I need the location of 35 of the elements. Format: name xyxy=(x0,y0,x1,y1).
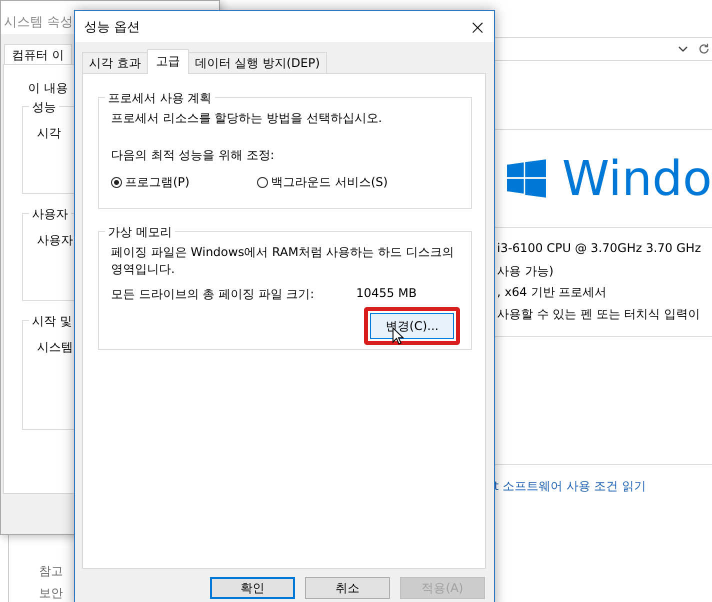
radio-option[interactable]: 백그라운드 서비스(S) xyxy=(257,174,403,191)
see-also-link[interactable]: 참고 xyxy=(39,563,63,585)
see-also-link[interactable]: 보안 xyxy=(39,585,63,602)
group-text: 시스템 xyxy=(37,339,73,356)
group-title: 사용자 xyxy=(29,206,71,223)
dialog-title: 성능 옵션 xyxy=(84,18,140,36)
tab[interactable]: 데이터 실행 방지(DEP) xyxy=(188,52,327,73)
group-title: 성능 xyxy=(29,99,59,116)
radio-option[interactable]: 프로그램(P) xyxy=(111,174,257,191)
intro-text: 이 내용 xyxy=(28,80,68,97)
tab[interactable]: 컴퓨터 이 xyxy=(4,44,72,64)
change-button[interactable]: 변경(C)... xyxy=(370,313,454,339)
system-info-text: i3-6100 CPU @ 3.70GHz 3.70 GHz xyxy=(497,241,701,257)
group-title: 프로세서 사용 계획 xyxy=(105,90,215,107)
group-text: 시각 xyxy=(37,125,61,142)
system-info-text: , x64 기반 프로세서 xyxy=(497,284,607,301)
tab[interactable]: 시각 효과 xyxy=(82,52,148,73)
close-button[interactable]: × xyxy=(469,16,486,36)
windows-wordmark: Windo xyxy=(562,154,712,202)
system-info-text: 사용 가능) xyxy=(497,262,554,280)
system-info-text: 사용할 수 있는 펜 또는 터치식 입력이 xyxy=(497,306,700,322)
adjust-label: 다음의 최적 성능을 위해 조정: xyxy=(111,147,276,164)
total-paging-value: 10455 MB xyxy=(356,286,417,302)
group-title: 가상 메모리 xyxy=(105,224,175,241)
description-text: 프로세서 리소스를 할당하는 방법을 선택하십시오. xyxy=(111,110,384,127)
total-paging-label: 모든 드라이브의 총 페이징 파일 크기: xyxy=(111,286,314,303)
tab[interactable]: 고급 xyxy=(146,49,189,74)
group-text: 사용자 xyxy=(37,232,73,249)
chevron-down-icon[interactable] xyxy=(678,46,688,52)
dialog-button[interactable]: 확인 xyxy=(210,577,295,599)
refresh-icon[interactable] xyxy=(698,43,710,55)
description-text: 페이징 파일은 Windows에서 RAM처럼 사용하는 하드 디스크의 영역입니다. xyxy=(111,244,455,278)
group-title: 시작 및 xyxy=(29,313,75,330)
license-link[interactable]: t 소프트웨어 사용 조건 읽기 xyxy=(494,478,646,495)
dialog-button[interactable]: 취소 xyxy=(305,577,390,599)
